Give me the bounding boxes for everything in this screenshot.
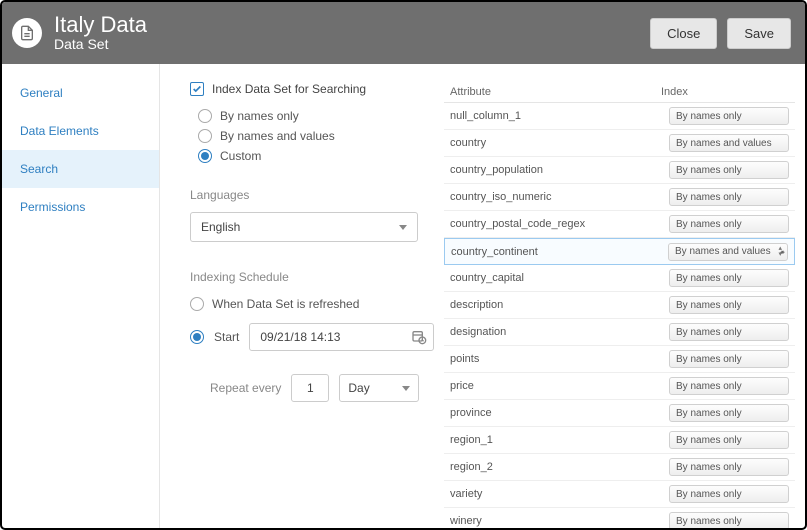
schedule-label-start: Start xyxy=(214,330,239,344)
cell-attribute: description xyxy=(450,299,669,311)
page-subtitle: Data Set xyxy=(54,37,638,52)
mode-radio-names-only[interactable] xyxy=(198,109,212,123)
stepper-icon: ▴▾ xyxy=(778,246,782,258)
schedule-radio-start[interactable] xyxy=(190,330,204,344)
table-row[interactable]: null_column_1By names only xyxy=(444,103,795,130)
cell-attribute: country_population xyxy=(450,164,669,176)
index-mode-dropdown[interactable]: By names only xyxy=(669,107,789,125)
table-row[interactable]: priceBy names only xyxy=(444,373,795,400)
table-row[interactable]: country_continentBy names and values▴▾ xyxy=(444,238,795,265)
schedule-label-refreshed: When Data Set is refreshed xyxy=(212,297,359,311)
table-row[interactable]: wineryBy names only xyxy=(444,508,795,528)
table-row[interactable]: country_populationBy names only xyxy=(444,157,795,184)
repeat-unit-value: Day xyxy=(348,381,369,395)
index-mode-dropdown[interactable]: By names only xyxy=(669,215,789,233)
mode-label-names-only: By names only xyxy=(220,109,299,123)
index-mode-dropdown[interactable]: By names only xyxy=(669,350,789,368)
cell-attribute: country xyxy=(450,137,669,149)
repeat-label: Repeat every xyxy=(210,381,281,395)
index-mode-dropdown[interactable]: By names only xyxy=(669,377,789,395)
cell-attribute: country_postal_code_regex xyxy=(450,218,669,230)
table-row[interactable]: country_postal_code_regexBy names only xyxy=(444,211,795,238)
index-mode-dropdown[interactable]: By names only xyxy=(669,323,789,341)
repeat-unit-select[interactable]: Day xyxy=(339,374,419,402)
table-row[interactable]: countryBy names and values xyxy=(444,130,795,157)
cell-attribute: points xyxy=(450,353,669,365)
cell-attribute: null_column_1 xyxy=(450,110,669,122)
schedule-radio-refreshed[interactable] xyxy=(190,297,204,311)
index-mode-dropdown[interactable]: By names only xyxy=(669,431,789,449)
table-row[interactable]: region_2By names only xyxy=(444,454,795,481)
mode-label-custom: Custom xyxy=(220,149,261,163)
attribute-index-table: Attribute Index null_column_1By names on… xyxy=(444,82,795,510)
index-mode-dropdown[interactable]: By names only xyxy=(669,404,789,422)
index-mode-dropdown[interactable]: By names only xyxy=(669,296,789,314)
sidebar-item-data-elements[interactable]: Data Elements xyxy=(2,112,159,150)
sidebar-item-search[interactable]: Search xyxy=(2,150,159,188)
col-header-index: Index xyxy=(661,86,789,98)
cell-attribute: region_1 xyxy=(450,434,669,446)
index-mode-dropdown[interactable]: By names only xyxy=(669,458,789,476)
table-row[interactable]: designationBy names only xyxy=(444,319,795,346)
table-row[interactable]: country_iso_numericBy names only xyxy=(444,184,795,211)
cell-attribute: winery xyxy=(450,515,669,527)
header-bar: Italy Data Data Set Close Save xyxy=(2,2,805,64)
language-select[interactable]: English xyxy=(190,212,418,242)
index-mode-dropdown[interactable]: By names only xyxy=(669,188,789,206)
sidebar-item-general[interactable]: General xyxy=(2,74,159,112)
index-mode-dropdown[interactable]: By names and values xyxy=(669,134,789,152)
repeat-count-input[interactable]: 1 xyxy=(291,374,329,402)
chevron-down-icon xyxy=(402,386,410,391)
page-title: Italy Data xyxy=(54,13,638,37)
index-mode-dropdown[interactable]: By names only xyxy=(669,161,789,179)
cell-attribute: country_iso_numeric xyxy=(450,191,669,203)
cell-attribute: variety xyxy=(450,488,669,500)
cell-attribute: country_continent xyxy=(451,246,668,258)
table-row[interactable]: region_1By names only xyxy=(444,427,795,454)
table-row[interactable]: descriptionBy names only xyxy=(444,292,795,319)
sidebar: General Data Elements Search Permissions xyxy=(2,64,160,528)
doc-icon xyxy=(12,18,42,48)
start-date-value: 09/21/18 14:13 xyxy=(260,330,340,344)
close-button[interactable]: Close xyxy=(650,18,717,49)
sidebar-item-permissions[interactable]: Permissions xyxy=(2,188,159,226)
index-mode-dropdown[interactable]: By names only xyxy=(669,512,789,528)
schedule-label: Indexing Schedule xyxy=(190,270,434,284)
index-mode-dropdown[interactable]: By names only xyxy=(669,485,789,503)
col-header-attribute: Attribute xyxy=(450,86,661,98)
table-row[interactable]: country_capitalBy names only xyxy=(444,265,795,292)
cell-attribute: province xyxy=(450,407,669,419)
calendar-clock-icon xyxy=(411,329,427,345)
mode-label-names-values: By names and values xyxy=(220,129,335,143)
index-mode-dropdown[interactable]: By names only xyxy=(669,269,789,287)
cell-attribute: region_2 xyxy=(450,461,669,473)
cell-attribute: price xyxy=(450,380,669,392)
index-mode-dropdown[interactable]: By names and values▴▾ xyxy=(668,243,788,261)
mode-radio-custom[interactable] xyxy=(198,149,212,163)
start-date-input[interactable]: 09/21/18 14:13 xyxy=(249,323,434,351)
cell-attribute: designation xyxy=(450,326,669,338)
table-row[interactable]: provinceBy names only xyxy=(444,400,795,427)
mode-radio-names-values[interactable] xyxy=(198,129,212,143)
index-enable-label: Index Data Set for Searching xyxy=(212,82,366,96)
language-value: English xyxy=(201,220,240,234)
table-row[interactable]: pointsBy names only xyxy=(444,346,795,373)
cell-attribute: country_capital xyxy=(450,272,669,284)
table-row[interactable]: varietyBy names only xyxy=(444,481,795,508)
save-button[interactable]: Save xyxy=(727,18,791,49)
chevron-down-icon xyxy=(399,225,407,230)
languages-label: Languages xyxy=(190,188,434,202)
index-enable-checkbox[interactable] xyxy=(190,82,204,96)
